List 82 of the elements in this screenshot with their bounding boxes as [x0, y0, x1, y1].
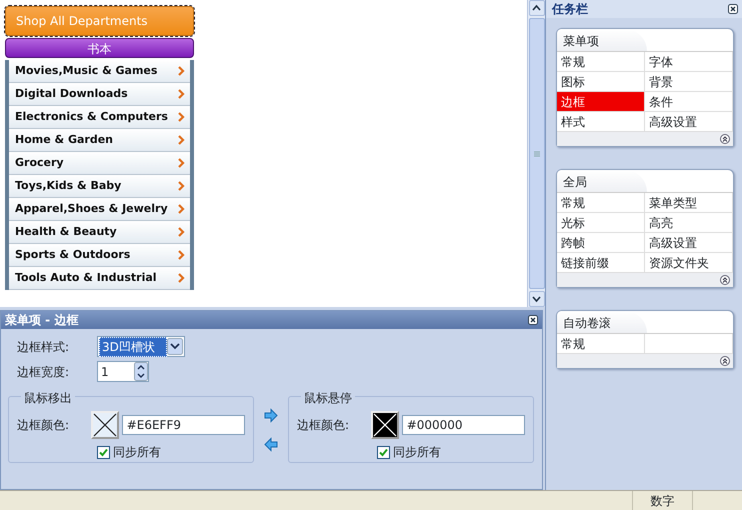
color-hex-field[interactable]: #E6EFF9 — [122, 415, 245, 435]
collapse-button[interactable] — [720, 134, 730, 144]
task-link[interactable]: 高亮 — [645, 213, 733, 233]
close-button[interactable] — [528, 315, 538, 325]
task-link[interactable]: 样式 — [557, 112, 645, 132]
scroll-down-button[interactable] — [528, 291, 544, 307]
task-link[interactable]: 菜单类型 — [645, 193, 733, 213]
sync-checkbox[interactable] — [97, 446, 110, 458]
field-label: 边框颜色: — [17, 417, 70, 434]
vertical-scrollbar[interactable] — [527, 0, 545, 307]
field-label: 边框宽度: — [17, 364, 70, 380]
task-link[interactable]: 常规 — [557, 193, 645, 213]
group-header[interactable]: 菜单项 — [557, 29, 647, 51]
task-link[interactable]: 常规 — [557, 52, 645, 72]
grip-icon — [534, 150, 540, 156]
group-title: 鼠标移出 — [21, 389, 75, 407]
border-width-spinner[interactable]: 1 — [97, 361, 149, 382]
menu-item[interactable]: Grocery — [9, 152, 190, 175]
submenu-button[interactable]: 书本 — [5, 38, 194, 58]
field-label: 边框颜色: — [297, 417, 350, 434]
close-icon — [528, 315, 538, 325]
task-link[interactable]: 背景 — [645, 72, 733, 92]
task-link[interactable]: 图标 — [557, 72, 645, 92]
collapse-button[interactable] — [720, 275, 730, 285]
copy-right-button[interactable] — [264, 408, 278, 422]
arrow-right-icon — [264, 408, 278, 422]
checkbox-label: 同步所有 — [113, 444, 161, 461]
scroll-up-button[interactable] — [528, 0, 544, 16]
collapse-icon — [720, 275, 730, 285]
close-button[interactable] — [728, 4, 738, 14]
task-link[interactable]: 高级设置 — [645, 112, 733, 132]
chevron-right-icon — [177, 112, 185, 122]
panel-title: 菜单项 - 边框 — [5, 312, 78, 329]
menu-item[interactable]: Health & Beauty — [9, 221, 190, 244]
collapse-button[interactable] — [720, 356, 730, 366]
sync-checkbox[interactable] — [377, 446, 390, 458]
task-link[interactable]: 常规 — [557, 334, 645, 354]
copy-left-button[interactable] — [264, 436, 278, 452]
color-swatch[interactable] — [90, 411, 119, 439]
chevron-right-icon — [177, 250, 185, 260]
menu-item[interactable]: Movies,Music & Games — [9, 60, 190, 83]
group-header[interactable]: 自动卷滚 — [557, 311, 647, 333]
color-swatch[interactable] — [370, 411, 399, 439]
close-icon — [728, 4, 738, 14]
task-link[interactable]: 光标 — [557, 213, 645, 233]
collapse-icon — [720, 134, 730, 144]
chevron-right-icon — [177, 181, 185, 191]
field-label: 边框样式: — [17, 338, 70, 356]
chevron-right-icon — [177, 204, 185, 214]
menu-item[interactable]: Home & Garden — [9, 129, 190, 152]
checkbox-label: 同步所有 — [393, 444, 441, 461]
status-panel: 数字 — [632, 491, 692, 510]
task-link[interactable]: 字体 — [645, 52, 733, 72]
arrow-left-icon — [264, 436, 278, 452]
chevron-up-icon — [532, 4, 541, 12]
menu-item[interactable]: Digital Downloads — [9, 83, 190, 106]
menu-item[interactable]: Electronics & Computers — [9, 106, 190, 129]
scrollbar-thumb[interactable] — [528, 18, 544, 289]
chevron-right-icon — [177, 89, 185, 99]
task-link[interactable]: 资源文件夹 — [645, 253, 733, 273]
task-link[interactable]: 跨帧 — [557, 233, 645, 253]
menu-item[interactable]: Toys,Kids & Baby — [9, 175, 190, 198]
spinner-arrows-icon — [134, 362, 148, 381]
chevron-down-icon — [532, 295, 541, 303]
group-title: 鼠标悬停 — [301, 389, 355, 407]
task-link[interactable]: 边框 — [557, 92, 645, 112]
task-link[interactable]: 条件 — [645, 92, 733, 112]
chevron-right-icon — [177, 227, 185, 237]
border-style-dropdown[interactable]: 3D凹槽状 — [97, 336, 185, 357]
collapse-icon — [720, 356, 730, 366]
menu-item[interactable]: Sports & Outdoors — [9, 244, 190, 267]
group-header[interactable]: 全局 — [557, 170, 647, 192]
chevron-right-icon — [177, 135, 185, 145]
task-link[interactable]: 高级设置 — [645, 233, 733, 253]
task-link[interactable]: 链接前缀 — [557, 253, 645, 273]
chevron-right-icon — [177, 273, 185, 283]
pane-title: 任务栏 — [552, 1, 588, 18]
color-hex-field[interactable]: #000000 — [402, 415, 525, 435]
menu-item[interactable]: Apparel,Shoes & Jewelry — [9, 198, 190, 221]
menu-item[interactable]: Tools Auto & Industrial — [9, 267, 190, 290]
chevron-right-icon — [177, 158, 185, 168]
chevron-right-icon — [177, 66, 185, 76]
